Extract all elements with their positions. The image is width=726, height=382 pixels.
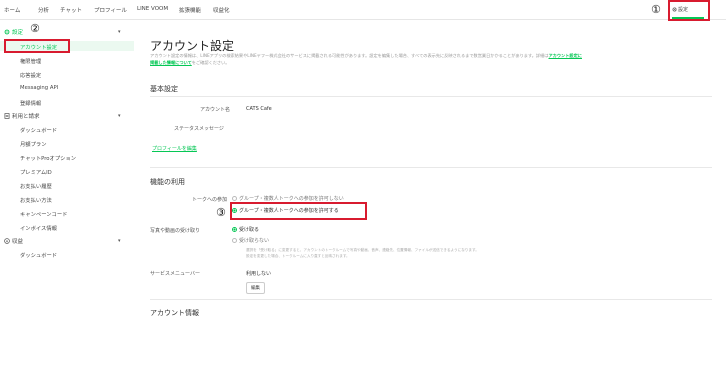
top-navigation-bar: ホーム 分析 チャット プロフィール LINE VOOM 拡張機能 収益化 設定 — [0, 0, 726, 20]
coin-icon: ¥ — [4, 238, 10, 244]
media-receive-label: 写真や動画の受け取り — [150, 228, 201, 234]
sidebar-item-invoice-info[interactable]: インボイス情報 — [20, 224, 57, 232]
receipt-icon — [4, 113, 10, 119]
chevron-down-icon[interactable]: ▾ — [118, 29, 121, 35]
radio-button-off[interactable] — [232, 196, 237, 201]
divider — [150, 299, 712, 300]
page-description: アカウント設定の情報は、LINEアプリの検索結果やLINEヤフー株式会社のサービ… — [150, 53, 582, 58]
sidebar: 設定 ▾ アカウント設定 権限管理 応答設定 Messaging API 登録情… — [0, 20, 134, 320]
section-features-heading: 機能の利用 — [150, 178, 185, 186]
sidebar-item-registration-info[interactable]: 登録情報 — [20, 99, 41, 107]
sidebar-group-billing[interactable]: 利用と請求 — [4, 112, 40, 120]
sidebar-item-messaging-api[interactable]: Messaging API — [20, 85, 58, 91]
media-option-receive[interactable]: 受け取る — [232, 226, 259, 233]
nav-item-home[interactable]: ホーム — [4, 6, 20, 14]
talk-participation-label: トークへの参加 — [192, 197, 228, 203]
sidebar-item-premium-id[interactable]: プレミアムID — [20, 168, 52, 176]
sidebar-group-settings[interactable]: 設定 — [4, 28, 23, 36]
nav-item-profile[interactable]: プロフィール — [94, 6, 127, 14]
radio-button-on[interactable] — [232, 227, 237, 232]
status-message-label: ステータスメッセージ — [174, 126, 224, 132]
divider — [150, 167, 712, 168]
account-name-value: CATS Cafe — [246, 106, 272, 112]
talk-option-disallow[interactable]: グループ・複数人トークへの参加を許可しない — [232, 195, 344, 202]
media-option-not-receive[interactable]: 受け取らない — [232, 237, 269, 244]
highlight-box-account-settings — [4, 39, 70, 53]
sidebar-group-settings-label: 設定 — [12, 30, 24, 36]
account-name-label: アカウント名 — [200, 107, 231, 113]
gear-icon — [4, 29, 10, 35]
sidebar-item-billing-dashboard[interactable]: ダッシュボード — [20, 126, 57, 134]
sidebar-group-revenue-label: 収益 — [12, 239, 24, 245]
annotation-marker-1: ① — [651, 3, 661, 16]
chevron-down-icon[interactable]: ▾ — [118, 113, 121, 119]
sidebar-item-revenue-dashboard[interactable]: ダッシュボード — [20, 251, 57, 259]
sidebar-group-revenue[interactable]: ¥ 収益 — [4, 237, 23, 245]
account-settings-info-link[interactable]: アカウント設定に — [548, 53, 582, 58]
highlight-box-settings — [668, 0, 710, 21]
annotation-marker-3: ③ — [216, 206, 226, 219]
sidebar-item-campaign-code[interactable]: キャンペーンコード — [20, 210, 67, 218]
sidebar-item-payment-method[interactable]: お支払い方法 — [20, 196, 52, 204]
section-account-info-heading: アカウント情報 — [150, 309, 199, 317]
sidebar-item-payment-history[interactable]: お支払い履歴 — [20, 182, 52, 190]
nav-item-line-voom[interactable]: LINE VOOM — [137, 6, 168, 12]
sidebar-group-billing-label: 利用と請求 — [12, 114, 40, 120]
media-note-line1: 選択を「受け取る」に変更すると、アカウントのトークルームで写真や動画、音声、連絡… — [246, 248, 479, 252]
nav-item-analytics[interactable]: 分析 — [38, 6, 49, 14]
service-menu-label: サービスメニューバー — [150, 271, 200, 277]
media-note-line2: 設定を変更した場合、トークルームに入り直すと反映されます。 — [246, 254, 350, 258]
nav-item-chat[interactable]: チャット — [60, 6, 82, 14]
sidebar-item-monthly-plan[interactable]: 月額プラン — [20, 140, 47, 148]
page-description-line2: 掲載した情報についてをご確認ください。 — [150, 60, 230, 65]
sidebar-item-permissions[interactable]: 権限管理 — [20, 57, 41, 65]
divider — [150, 96, 712, 97]
highlight-box-allow-talk — [230, 202, 367, 220]
sidebar-item-chat-pro-option[interactable]: チャットProオプション — [20, 154, 76, 162]
nav-item-extensions[interactable]: 拡張機能 — [179, 6, 201, 14]
account-settings-info-link-2[interactable]: 掲載した情報について — [150, 60, 192, 65]
edit-profile-link[interactable]: プロフィールを編集 — [152, 145, 197, 152]
edit-service-menu-button[interactable]: 編集 — [246, 282, 265, 294]
radio-button-off[interactable] — [232, 238, 237, 243]
nav-item-monetization[interactable]: 収益化 — [213, 6, 230, 14]
service-menu-value: 利用しない — [246, 271, 272, 277]
page-title: アカウント設定 — [150, 39, 235, 53]
chevron-down-icon[interactable]: ▾ — [118, 238, 121, 244]
sidebar-item-response-settings[interactable]: 応答設定 — [20, 71, 41, 79]
section-basic-settings-heading: 基本設定 — [150, 85, 178, 93]
